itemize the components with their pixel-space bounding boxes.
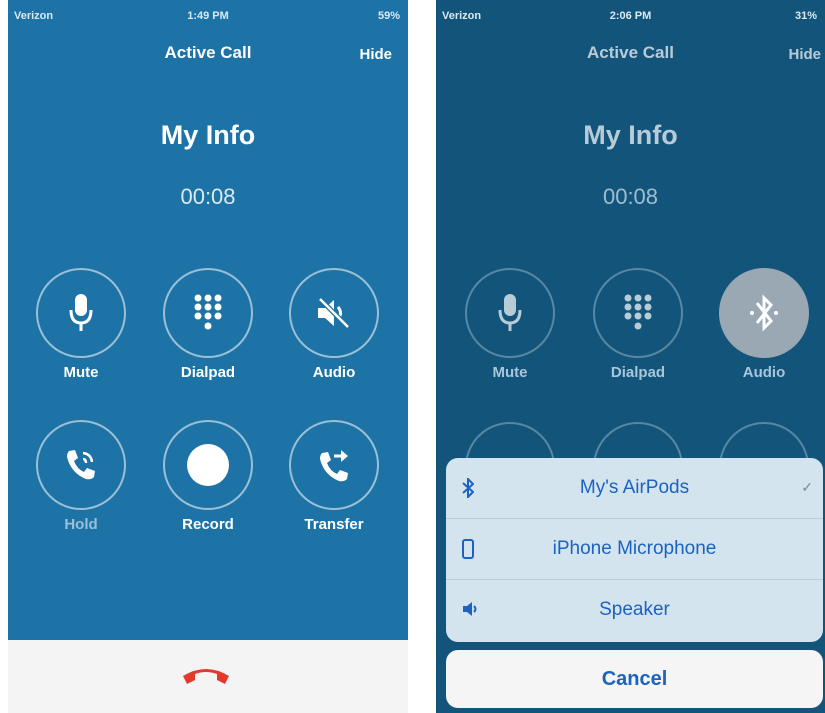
battery-level: 59%: [377, 10, 400, 22]
microphone-icon: [498, 294, 522, 331]
transfer-icon: [320, 450, 348, 482]
battery-level: 31%: [794, 10, 817, 22]
record-button[interactable]: Record: [144, 420, 272, 550]
audio-option-label: Speaker: [599, 599, 670, 620]
audio-button[interactable]: Audio: [270, 268, 398, 398]
record-label: Record: [182, 516, 234, 533]
cancel-label: Cancel: [601, 668, 668, 690]
audio-option-label: My's AirPods: [579, 477, 690, 498]
hide-button[interactable]: Hide: [788, 46, 821, 63]
audio-option-airpods[interactable]: My's AirPods ✓: [446, 458, 823, 519]
audio-label: Audio: [742, 364, 786, 381]
transfer-label: Transfer: [304, 516, 364, 533]
mute-label: Mute: [492, 364, 528, 381]
mute-label: Mute: [63, 364, 99, 381]
end-call-bar: [8, 640, 408, 713]
dialpad-label: Dialpad: [610, 364, 666, 381]
page-title: Active Call: [587, 43, 674, 62]
status-time: 2:06 PM: [609, 10, 652, 22]
hold-button[interactable]: Hold: [17, 420, 145, 550]
audio-button[interactable]: Audio: [700, 268, 825, 398]
page-title: Active Call: [164, 43, 252, 62]
call-timer: 00:08: [180, 184, 236, 209]
audio-label: Audio: [312, 364, 356, 381]
audio-option-label: iPhone Microphone: [552, 538, 717, 559]
cancel-button[interactable]: Cancel: [446, 650, 823, 708]
dialpad-icon: [194, 294, 222, 330]
nav-bar: Active Call Hide: [8, 34, 408, 76]
record-icon: [187, 444, 229, 486]
dialpad-button[interactable]: Dialpad: [144, 268, 272, 398]
dialpad-button[interactable]: Dialpad: [574, 268, 702, 398]
end-call-icon[interactable]: [179, 662, 233, 686]
microphone-icon: [69, 294, 93, 331]
audio-route-sheet: My's AirPods ✓ iPhone Microphone Speaker: [446, 458, 823, 642]
audio-option-speaker[interactable]: Speaker: [446, 580, 823, 640]
dialpad-label: Dialpad: [180, 364, 236, 381]
status-bar: Verizon 2:06 PM 31%: [436, 0, 825, 34]
hold-icon: [67, 450, 95, 480]
bluetooth-icon: [750, 294, 778, 332]
caller-name: My Info: [583, 120, 678, 150]
status-time: 1:49 PM: [187, 10, 229, 22]
hide-button[interactable]: Hide: [359, 46, 392, 63]
nav-bar: Active Call Hide: [436, 34, 825, 76]
status-bar: Verizon 1:49 PM 59%: [8, 0, 408, 34]
dialpad-icon: [624, 294, 652, 330]
audio-option-iphone[interactable]: iPhone Microphone: [446, 519, 823, 580]
hold-label: Hold: [64, 516, 98, 533]
active-call-screen: Verizon 1:49 PM 59% Active Call Hide My …: [8, 0, 408, 713]
speaker-muted-icon: [318, 297, 350, 329]
audio-route-screen: Verizon 2:06 PM 31% Active Call Hide My …: [436, 0, 825, 713]
transfer-button[interactable]: Transfer: [270, 420, 398, 550]
caller-name: My Info: [160, 120, 256, 150]
mute-button[interactable]: Mute: [17, 268, 145, 398]
mute-button[interactable]: Mute: [446, 268, 574, 398]
checkmark-icon: ✓: [801, 479, 813, 495]
call-timer: 00:08: [602, 184, 659, 209]
